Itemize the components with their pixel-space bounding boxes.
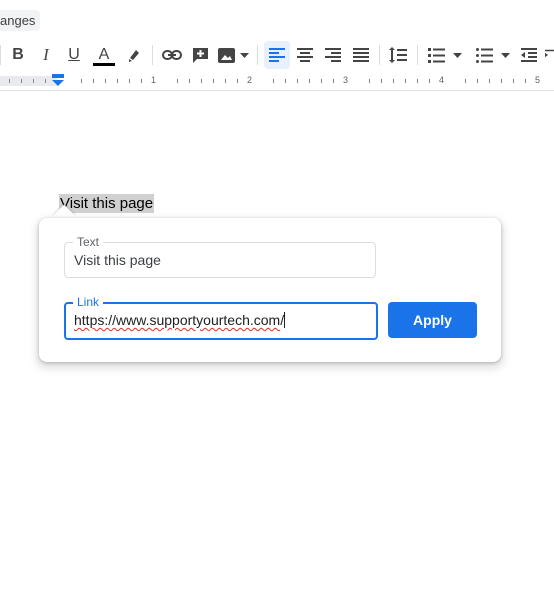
- align-right-icon: [325, 48, 341, 62]
- apply-button[interactable]: Apply: [388, 302, 477, 338]
- link-domain: www.supportyourtech.com: [116, 312, 281, 328]
- link-prefix: https://: [74, 312, 117, 328]
- align-left-icon: [269, 48, 285, 62]
- toolbar-separator: [257, 45, 258, 65]
- bold-button[interactable]: B: [8, 38, 28, 72]
- link-url-field[interactable]: Link https://www.supportyourtech.com/: [64, 295, 378, 340]
- line-spacing-icon: [389, 47, 407, 63]
- decrease-indent-button[interactable]: [518, 38, 540, 72]
- text-color-icon: A: [98, 45, 110, 63]
- align-center-button[interactable]: [294, 38, 316, 72]
- chevron-down-icon: [453, 52, 462, 58]
- selected-text[interactable]: Visit this page: [59, 194, 155, 213]
- link-field-value: https://www.supportyourtech.com/: [74, 304, 286, 336]
- text-field-value: Visit this page: [74, 252, 161, 268]
- align-justify-icon: [353, 48, 369, 62]
- formatting-toolbar: B I U A: [0, 38, 554, 72]
- bold-icon: B: [12, 46, 24, 63]
- highlight-color-button[interactable]: [124, 38, 144, 72]
- align-right-button[interactable]: [322, 38, 344, 72]
- underline-button[interactable]: U: [64, 38, 84, 72]
- indent-marker-icon[interactable]: [52, 74, 64, 88]
- text-color-swatch: [93, 62, 115, 66]
- insert-comment-button[interactable]: [189, 38, 211, 72]
- ruler-number: 2: [247, 75, 253, 85]
- italic-icon: I: [43, 45, 49, 64]
- see-changes-chip[interactable]: anges: [0, 10, 40, 31]
- numbered-list-icon: [428, 47, 445, 63]
- ruler-number: 1: [151, 75, 157, 85]
- text-color-button[interactable]: A: [92, 38, 116, 72]
- toolbar-separator: [152, 45, 153, 65]
- increase-indent-icon: [545, 49, 554, 58]
- bulleted-list-button[interactable]: [474, 38, 512, 72]
- image-icon: [217, 47, 235, 63]
- numbered-list-button[interactable]: [426, 38, 464, 72]
- decrease-indent-icon: [521, 48, 537, 62]
- chevron-down-icon: [239, 52, 249, 58]
- line-spacing-button[interactable]: [386, 38, 410, 72]
- italic-button[interactable]: I: [36, 38, 56, 72]
- insert-link-dialog: [39, 218, 501, 362]
- ruler-number: 5: [535, 75, 541, 85]
- horizontal-ruler[interactable]: 1 2 3 4 5: [0, 72, 554, 91]
- align-left-button[interactable]: [264, 41, 290, 69]
- justify-button[interactable]: [350, 38, 372, 72]
- toolbar-separator: [379, 45, 380, 65]
- underline-icon: U: [68, 46, 80, 63]
- bulleted-list-icon: [476, 47, 493, 63]
- insert-image-button[interactable]: [216, 38, 250, 72]
- add-comment-icon: [192, 47, 208, 63]
- link-icon: [162, 50, 182, 60]
- text-caret: [284, 312, 286, 328]
- toolbar-separator: [417, 45, 418, 65]
- highlighter-icon: [129, 50, 139, 62]
- toolbar-separator: [0, 45, 1, 65]
- align-center-icon: [297, 48, 313, 62]
- ruler-number: 4: [439, 75, 445, 85]
- chevron-down-icon: [501, 52, 510, 58]
- ruler-number: 3: [343, 75, 349, 85]
- insert-link-button[interactable]: [160, 38, 184, 72]
- increase-indent-button[interactable]: [545, 38, 554, 72]
- link-text-field[interactable]: Text Visit this page: [64, 235, 376, 278]
